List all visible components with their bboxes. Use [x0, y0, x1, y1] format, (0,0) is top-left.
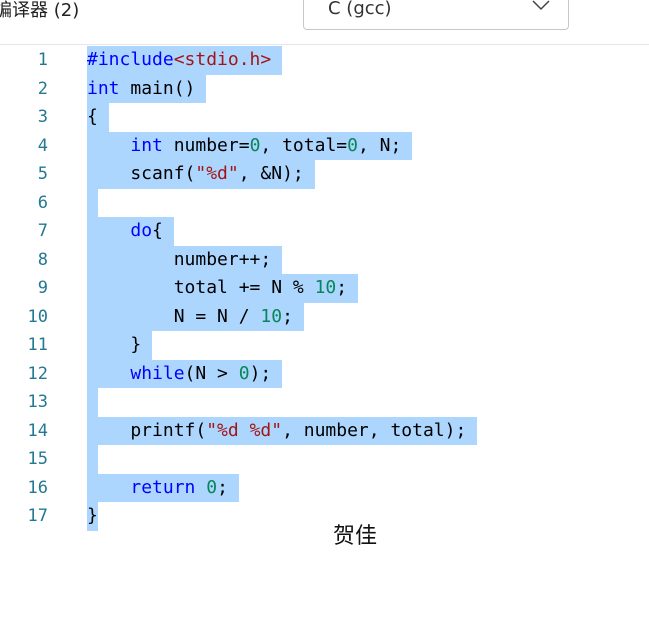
code-line[interactable]: 6 — [0, 188, 649, 217]
code-text: scanf("%d", &N); — [87, 160, 315, 189]
code-line[interactable]: 17 } — [0, 502, 649, 531]
code-text: while(N > 0); — [87, 359, 283, 388]
code-text: N = N / 10; — [87, 302, 304, 331]
code-line[interactable]: 11 } — [0, 331, 649, 360]
line-number: 2 — [37, 78, 48, 99]
code-text: int main() — [87, 74, 207, 103]
code-line[interactable]: 9 total += N % 10; — [0, 274, 649, 303]
editor-header: 编译器 (2) C (gcc) — [0, 0, 649, 45]
code-line[interactable]: 13 — [0, 388, 649, 417]
line-number: 14 — [27, 420, 48, 441]
line-number: 8 — [37, 249, 48, 270]
line-number: 6 — [37, 192, 48, 213]
code-text: return 0; — [87, 473, 239, 502]
line-number: 15 — [27, 449, 48, 469]
code-token-directive: #include — [87, 49, 174, 70]
language-select[interactable]: C (gcc) — [303, 0, 569, 30]
code-text: } — [87, 502, 98, 531]
code-line[interactable]: 8 number++; — [0, 245, 649, 274]
code-text: #include<stdio.h> — [87, 46, 283, 75]
code-text: number++; — [87, 245, 283, 274]
line-number: 10 — [27, 306, 48, 327]
code-token-header: <stdio.h> — [173, 49, 272, 70]
line-number: 9 — [37, 278, 48, 298]
code-text: { — [87, 103, 109, 132]
line-number: 3 — [37, 107, 48, 127]
line-number: 16 — [27, 477, 48, 498]
code-line[interactable]: 15 — [0, 445, 649, 474]
code-line[interactable]: 3 { — [0, 103, 649, 132]
code-text: total += N % 10; — [87, 274, 358, 303]
caption-text: 贺佳 — [333, 524, 378, 549]
code-text — [87, 188, 98, 217]
code-text — [87, 445, 98, 474]
code-line[interactable]: 1 #include<stdio.h> — [0, 46, 649, 75]
code-text: } — [87, 331, 153, 360]
code-text: int number=0, total=0, N; — [87, 131, 413, 160]
code-line[interactable]: 10 N = N / 10; — [0, 302, 649, 331]
language-select-value: C (gcc) — [328, 0, 392, 19]
line-number: 13 — [27, 392, 48, 412]
code-line[interactable]: 7 do{ — [0, 217, 649, 246]
compiler-label: 编译器 (2) — [0, 0, 80, 21]
code-line[interactable]: 16 return 0; — [0, 473, 649, 502]
line-number: 5 — [37, 164, 48, 184]
code-text: do{ — [87, 217, 174, 246]
line-number: 11 — [27, 335, 48, 355]
code-text: printf("%d %d", number, total); — [87, 416, 478, 445]
code-line[interactable]: 5 scanf("%d", &N); — [0, 160, 649, 189]
chevron-down-icon — [532, 0, 550, 11]
code-line[interactable]: 12 while(N > 0); — [0, 359, 649, 388]
code-line[interactable]: 2 int main() — [0, 74, 649, 103]
line-number: 1 — [37, 50, 48, 70]
code-line[interactable]: 14 printf("%d %d", number, total); — [0, 416, 649, 445]
line-number: 4 — [37, 135, 48, 156]
code-text — [87, 388, 98, 417]
line-number: 17 — [27, 506, 48, 526]
line-number: 12 — [27, 363, 48, 384]
code-editor[interactable]: 1 #include<stdio.h> 2 int main() 3 { 4 i… — [0, 46, 649, 536]
code-line[interactable]: 4 int number=0, total=0, N; — [0, 131, 649, 160]
line-number: 7 — [37, 221, 48, 241]
